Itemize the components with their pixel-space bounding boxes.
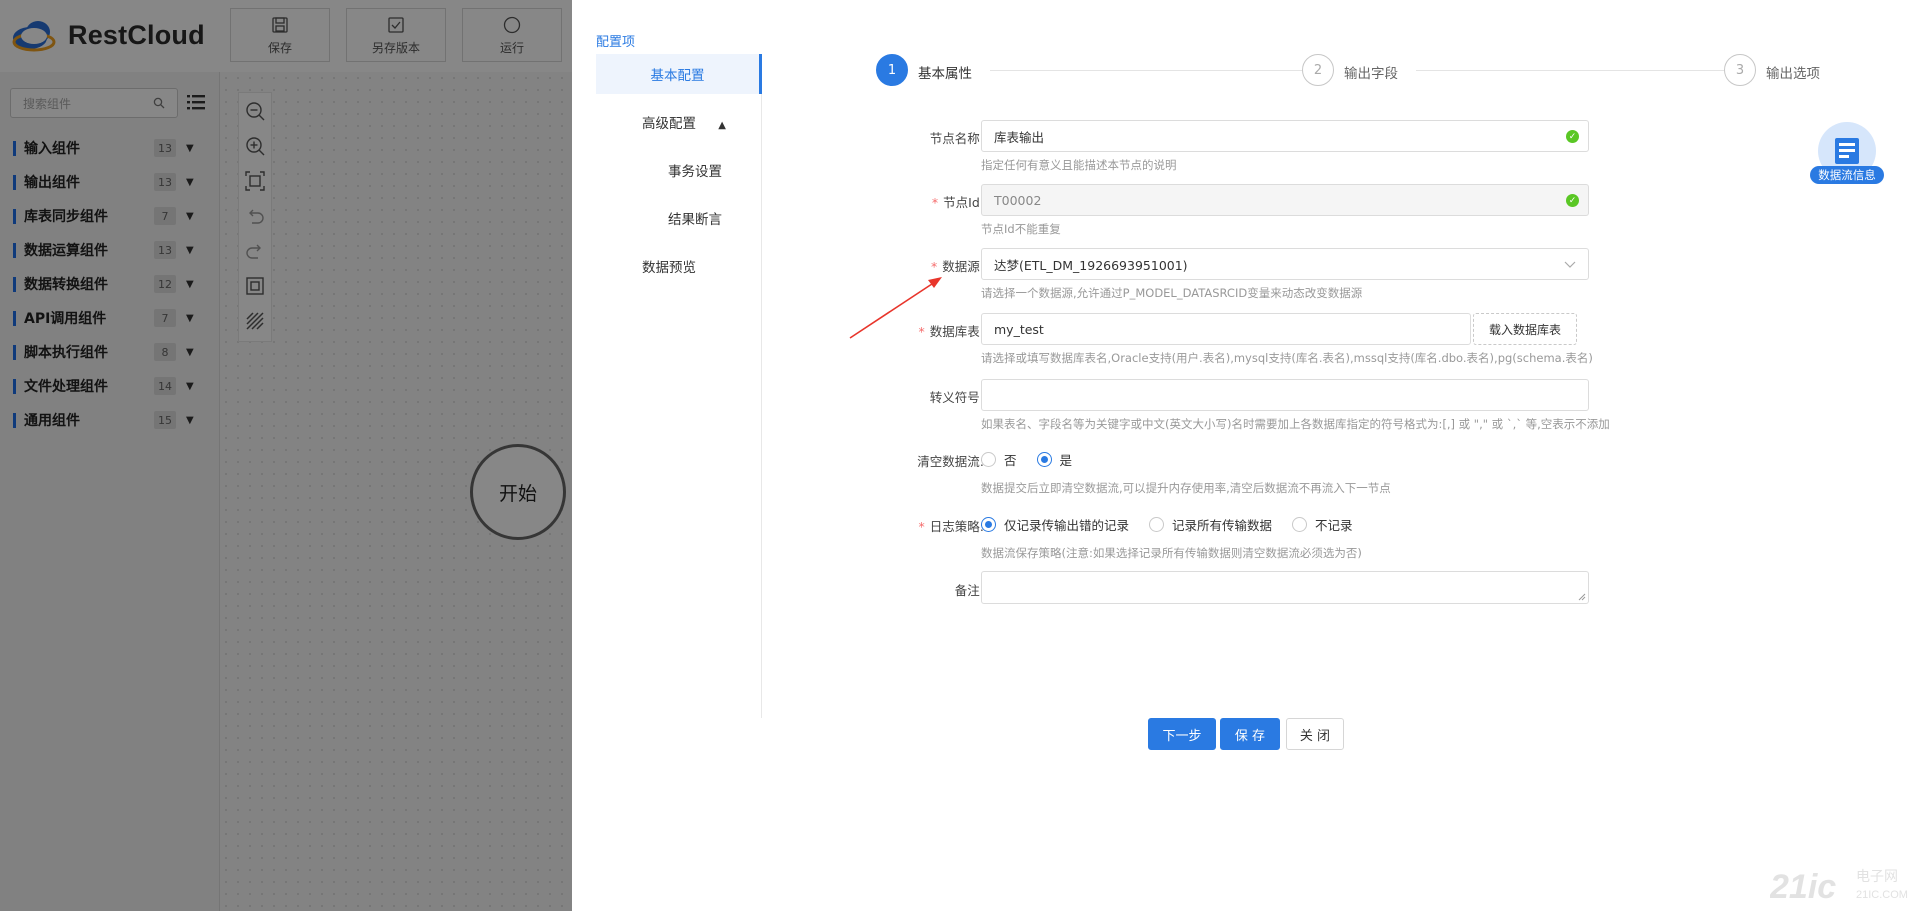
log-policy-label: * 日志策略: [864,516,984,535]
radio-label: 不记录 [1315,518,1353,533]
load-tables-button[interactable]: 载入数据库表 [1473,313,1577,345]
node-name-input[interactable]: 库表输出 ✓ [981,120,1589,152]
required-asterisk: * [931,259,938,274]
node-config-drawer: 配置项 基本配置 高级配置 ▲ 事务设置 结果断言 数据预览 1 基本属性 2 … [572,0,1920,911]
step-connector [1416,70,1724,71]
chevron-up-icon: ▲ [718,120,726,131]
menu-basic-config[interactable]: 基本配置 [596,54,762,94]
radio-button[interactable] [981,452,996,467]
table-hint: 请选择或填写数据库表名,Oracle支持(用户.表名),mysql支持(库名.表… [981,351,1593,365]
clear-stream-label-text: 清空数据流: [917,454,984,469]
chevron-down-icon [1564,261,1576,268]
node-name-hint: 指定任何有意义且能描述本节点的说明 [981,158,1177,172]
resize-handle-icon[interactable] [1578,593,1586,601]
menu-transaction-settings[interactable]: 事务设置 [668,160,722,180]
clear-stream-option-yes[interactable]: 是 [1036,450,1073,469]
escape-label: 转义符号: [864,387,984,406]
radio-button-selected[interactable] [1036,452,1052,467]
flow-info-label: 数据流信息 [1810,166,1884,184]
step-2-label[interactable]: 输出字段 [1344,62,1398,82]
log-policy-hint: 数据流保存策略(注意:如果选择记录所有传输数据则清空数据流必须选为否) [981,546,1362,560]
log-policy-radio-group: 仅记录传输出错的记录 记录所有传输数据 不记录 [981,515,1373,534]
step-3-label[interactable]: 输出选项 [1766,62,1820,82]
next-step-button[interactable]: 下一步 [1148,718,1216,750]
table-label: * 数据库表: [864,321,984,340]
required-asterisk: * [931,195,939,210]
remark-textarea[interactable] [981,571,1589,604]
radio-label: 否 [1004,453,1017,468]
node-id-value: T00002 [994,192,1042,208]
watermark-subtitle: 电子网 [1856,869,1898,885]
menu-preview-label: 数据预览 [642,260,696,276]
node-id-input[interactable]: T00002 ✓ [981,184,1589,216]
menu-advanced-config[interactable]: 高级配置 ▲ [642,112,726,132]
radio-button[interactable] [1149,517,1165,532]
log-policy-option-none[interactable]: 不记录 [1292,515,1353,534]
table-label-text: 数据库表: [929,324,984,339]
escape-hint: 如果表名、字段名等为关键字或中文(英文大小写)名时需要加上各数据库指定的符号格式… [981,417,1610,431]
radio-label: 仅记录传输出错的记录 [1004,518,1130,533]
required-asterisk: * [918,324,925,339]
clear-stream-option-no[interactable]: 否 [981,450,1017,469]
watermark-logo: 21ic 电子网 21IC.COM [1770,868,1908,906]
check-circle-icon: ✓ [1566,130,1579,143]
clear-stream-radio-group: 否 是 [981,450,1092,469]
node-name-value: 库表输出 [994,129,1045,145]
escape-input[interactable] [981,379,1589,411]
modal-overlay[interactable] [0,0,572,911]
menu-advanced-config-label: 高级配置 [642,116,696,132]
radio-label: 是 [1059,453,1073,468]
datasource-select[interactable]: 达梦(ETL_DM_1926693951001) [981,248,1589,280]
node-id-label: * 节点Id: [864,192,984,211]
node-id-hint: 节点Id不能重复 [981,222,1061,236]
node-id-label-text: 节点Id: [943,195,984,210]
datasource-label-text: 数据源: [942,259,984,274]
datasource-hint: 请选择一个数据源,允许通过P_MODEL_DATASRCID变量来动态改变数据源 [981,286,1363,300]
node-name-label: 节点名称: [864,128,984,147]
datasource-label: * 数据源: [864,256,984,275]
step-connector [990,70,1302,71]
close-button[interactable]: 关 闭 [1286,718,1344,750]
remark-label: 备注: [864,580,984,599]
menu-result-assertion[interactable]: 结果断言 [668,208,722,228]
datasource-value: 达梦(ETL_DM_1926693951001) [994,257,1188,273]
clear-stream-label: 清空数据流: [864,451,984,470]
log-policy-option-errors[interactable]: 仅记录传输出错的记录 [981,515,1129,534]
config-title: 配置项 [596,35,636,50]
log-policy-option-all[interactable]: 记录所有传输数据 [1149,515,1272,534]
watermark-text: 21ic [1770,868,1836,906]
flow-info-badge[interactable]: 数据流信息 [1810,122,1884,186]
check-circle-icon: ✓ [1566,194,1579,207]
step-3-circle[interactable]: 3 [1724,54,1756,86]
step-1-circle[interactable]: 1 [876,54,908,86]
menu-basic-config-label: 基本配置 [650,68,705,84]
database-form-icon [1835,138,1859,164]
menu-transaction-label: 事务设置 [668,164,722,180]
radio-button-selected[interactable] [981,517,996,532]
table-value: my_test [994,321,1044,337]
remark-label-text: 备注: [954,583,984,598]
clear-stream-hint: 数据提交后立即清空数据流,可以提升内存使用率,清空后数据流不再流入下一节点 [981,481,1391,495]
radio-button[interactable] [1292,517,1308,532]
radio-label: 记录所有传输数据 [1172,518,1273,533]
log-policy-label-text: 日志策略: [929,519,984,534]
table-input[interactable]: my_test [981,313,1471,345]
save-button[interactable]: 保 存 [1220,718,1280,750]
node-name-label-text: 节点名称: [929,131,984,146]
step-1-label[interactable]: 基本属性 [918,62,972,82]
menu-assertion-label: 结果断言 [668,212,722,228]
menu-data-preview[interactable]: 数据预览 [642,256,696,276]
step-indicator: 1 基本属性 2 输出字段 3 输出选项 [876,54,1834,86]
escape-label-text: 转义符号: [929,390,984,405]
config-menu: 基本配置 高级配置 ▲ 事务设置 结果断言 数据预览 [596,54,762,718]
step-2-circle[interactable]: 2 [1302,54,1334,86]
watermark-domain: 21IC.COM [1856,889,1908,901]
required-asterisk: * [918,519,925,534]
